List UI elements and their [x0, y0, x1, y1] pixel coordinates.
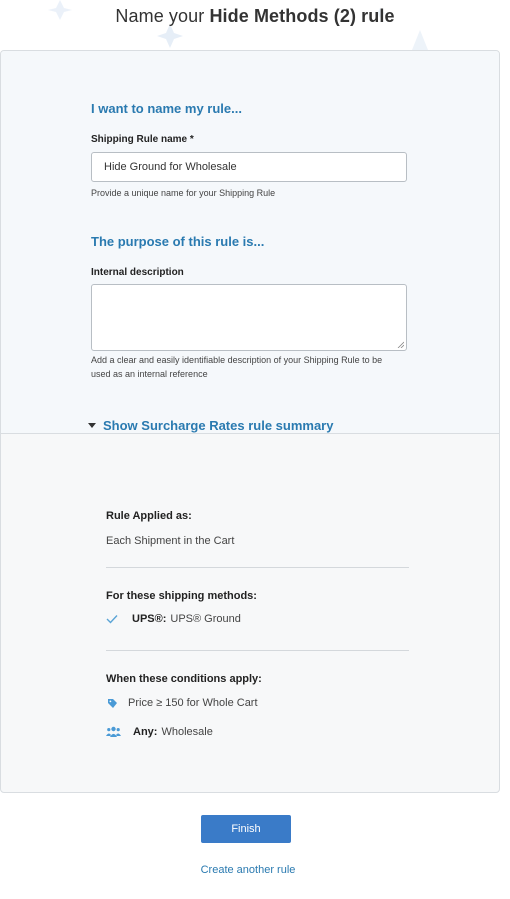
page-title: Name your Hide Methods (2) rule — [0, 6, 510, 27]
name-section-heading: I want to name my rule... — [91, 101, 242, 116]
create-another-rule-link[interactable]: Create another rule — [0, 864, 496, 876]
summary-divider — [106, 650, 409, 651]
rule-name-label: Shipping Rule name * — [91, 134, 194, 145]
summary-toggle[interactable]: Show Surcharge Rates rule summary — [88, 418, 333, 433]
applied-label: Rule Applied as: — [106, 510, 192, 522]
description-help: Add a clear and easily identifiable desc… — [91, 355, 383, 379]
method-name: UPS® Ground — [170, 613, 241, 625]
tag-icon — [108, 698, 117, 708]
summary-divider — [106, 567, 409, 568]
check-icon — [106, 615, 118, 624]
finish-button[interactable]: Finish — [201, 815, 291, 843]
users-icon — [106, 726, 121, 737]
page-title-rule-name: Hide Methods (2) rule — [209, 6, 395, 26]
condition-price-row: Price ≥ 150 for Whole Cart — [107, 697, 258, 709]
condition-group-row: Any: Wholesale — [106, 726, 213, 738]
description-textarea[interactable] — [91, 284, 407, 351]
condition-price: Price ≥ 150 for Whole Cart — [128, 697, 258, 709]
purpose-section-heading: The purpose of this rule is... — [91, 234, 265, 249]
rule-details-panel: I want to name my rule... Shipping Rule … — [1, 51, 499, 434]
caret-down-icon — [88, 423, 96, 428]
resize-grip-icon[interactable] — [397, 341, 404, 348]
rule-name-input[interactable]: Hide Ground for Wholesale — [91, 152, 407, 182]
applied-value: Each Shipment in the Cart — [106, 535, 235, 547]
method-row: UPS®: UPS® Ground — [106, 613, 241, 625]
description-label: Internal description — [91, 267, 184, 278]
methods-label: For these shipping methods: — [106, 590, 257, 602]
condition-group-strong: Any: — [133, 726, 158, 738]
condition-group-value: Wholesale — [161, 726, 213, 738]
rule-name-help: Provide a unique name for your Shipping … — [91, 188, 276, 198]
page-title-prefix: Name your — [115, 6, 205, 26]
summary-toggle-label: Show Surcharge Rates rule summary — [103, 418, 334, 433]
method-carrier: UPS®: — [132, 613, 167, 625]
conditions-label: When these conditions apply: — [106, 673, 262, 685]
